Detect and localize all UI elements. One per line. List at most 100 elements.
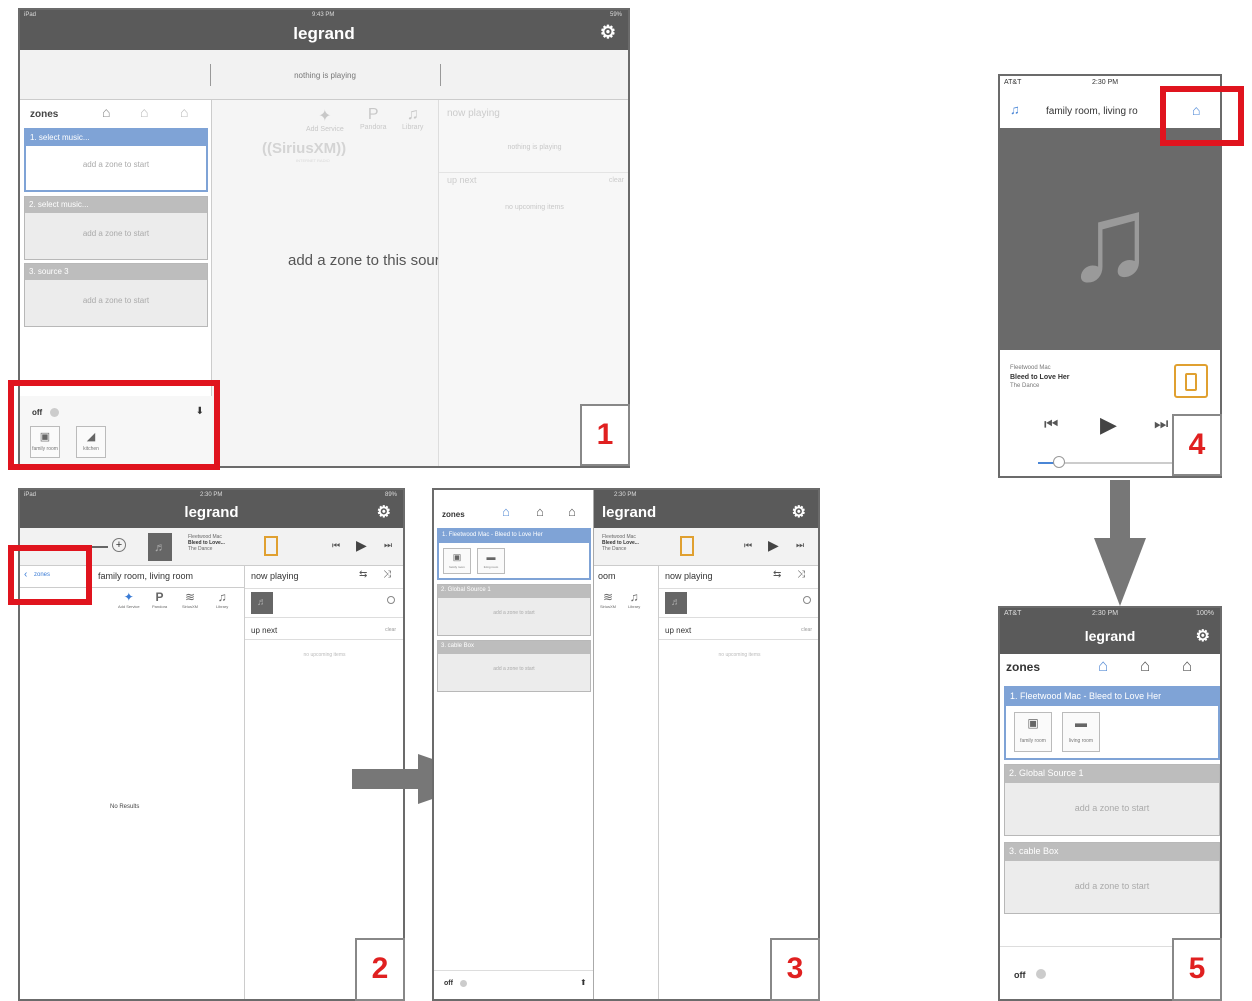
zone-card-3[interactable]: 3. cable Box add a zone to start [437,640,591,692]
play-icon[interactable]: ▶ [1100,412,1117,438]
home-settings-icon[interactable]: ⌂ [1182,656,1192,676]
shuffle-icon[interactable]: ⤨ [383,569,391,580]
device-icon[interactable] [680,536,694,556]
room-title: family room, living ro [1046,106,1138,117]
zone-card-2[interactable]: 2. select music... add a zone to start [24,196,208,260]
tv-icon: ▣ [1027,716,1039,730]
source-siriusxm[interactable]: ≋ SiriusXM [600,590,616,609]
dropdown-icon[interactable] [387,596,395,604]
clear-button[interactable]: clear [609,177,624,184]
clear-button[interactable]: clear [385,627,396,633]
up-arrow-icon[interactable]: ⬆ [580,978,587,987]
previous-icon[interactable]: ⏮ [1044,416,1058,434]
zone-hint: add a zone to start [493,610,535,616]
source-siriusxm[interactable]: ≋ SiriusXM [182,590,198,609]
source-library[interactable]: ♫ Library [628,590,640,609]
zone-card-2[interactable]: 2. Global Source 1 add a zone to start [1004,764,1220,836]
step-badge-3: 3 [770,938,820,1001]
play-icon[interactable]: ▶ [356,537,367,554]
screen-3-zones-overlay: 2:30 PM legrand ⚙ Fleetwood Mac Bleed to… [432,488,820,1001]
next-icon[interactable]: ⏭ [796,540,804,551]
repeat-icon[interactable]: ⇆ [773,569,781,580]
no-upcoming-label: no upcoming items [303,652,346,658]
home-settings-icon[interactable]: ⌂ [180,104,188,120]
home-mute-icon[interactable]: ⌂ [140,104,148,120]
zone-card-2[interactable]: 2. Global Source 1 add a zone to start [437,584,591,636]
status-time: 9:43 PM [312,12,335,18]
source-add-service[interactable]: ✦ Add Service [118,590,140,609]
zone-card-1[interactable]: 1. select music... add a zone to start [24,128,208,192]
room-title-partial: oom [598,571,616,581]
source-pandora[interactable]: P Pandora [152,590,167,609]
play-icon[interactable]: ▶ [768,537,779,554]
queue-art-icon: ♬ [665,592,687,614]
status-carrier: AT&T [1004,79,1022,86]
home-power-icon[interactable]: ⌂ [502,504,510,519]
zone-hint: add a zone to start [1074,803,1150,813]
source-add-service[interactable]: ✦ Add Service [306,106,344,133]
room-living-room[interactable]: ▬ living room [1062,712,1100,752]
status-time: 2:30 PM [1092,610,1119,617]
nothing-playing-label: nothing is playing [294,71,356,80]
player-bar: Fleetwood Mac Bleed to Love... The Dance… [594,528,818,566]
room-family-room[interactable]: ▣ family room [443,548,471,574]
step-badge-1: 1 [580,404,630,466]
next-icon[interactable]: ⏭ [1154,416,1168,434]
gear-icon[interactable]: ⚙ [1196,626,1210,646]
zone-hint: add a zone to start [82,229,150,238]
repeat-icon[interactable]: ⇆ [359,569,367,580]
home-settings-icon[interactable]: ⌂ [568,504,576,519]
zone-card-3[interactable]: 3. source 3 add a zone to start [24,263,208,327]
room-living-room[interactable]: ▬ living room [477,548,505,574]
info-icon[interactable] [1036,969,1046,979]
highlight-off-zones [8,380,220,470]
gear-icon[interactable]: ⚙ [377,502,391,522]
source-library[interactable]: ♫ Library [402,106,423,131]
shuffle-icon[interactable]: ⤨ [797,569,805,580]
clear-button[interactable]: clear [801,627,812,633]
status-carrier: iPad [24,12,37,18]
zone-card-1[interactable]: 1. Fleetwood Mac - Bleed to Love Her ▣ fa… [437,528,591,580]
previous-icon[interactable]: ⏮ [332,540,340,551]
queue-art-icon: ♬ [251,592,273,614]
gear-icon[interactable]: ⚙ [600,22,616,43]
device-icon[interactable] [1174,364,1208,398]
status-battery: 100% [1196,610,1214,617]
step-badge-2: 2 [355,938,405,1001]
dropdown-icon[interactable] [803,596,811,604]
zone-card-3[interactable]: 3. cable Box add a zone to start [1004,842,1220,914]
source-library[interactable]: ♫ Library [216,590,228,609]
room-label: family room [449,565,465,569]
track-album: The Dance [602,546,627,552]
album-art-large: ♫ [1000,128,1220,350]
source-pandora[interactable]: P Pandora [360,106,386,131]
legrand-logo: legrand [293,24,355,43]
source-area: ✦ Add Service P Pandora ♫ Library ((SiriusX… [212,100,506,466]
room-family-room[interactable]: ▣ family room [1014,712,1052,752]
track-album: The Dance [1010,383,1040,389]
sofa-icon: ▬ [486,552,496,562]
home-mute-icon[interactable]: ⌂ [1140,656,1150,676]
info-icon[interactable] [460,980,467,987]
progress-thumb[interactable] [1053,456,1065,468]
home-mute-icon[interactable]: ⌂ [536,504,544,519]
volume-up-icon[interactable]: + [112,538,126,552]
zone-header: 3. cable Box [438,641,590,654]
zone-card-1[interactable]: 1. Fleetwood Mac - Bleed to Love Her ▣ fa… [1004,686,1220,760]
up-next-title: up next [447,175,477,185]
music-note-icon[interactable]: ♫ [1010,102,1020,117]
status-time: 2:30 PM [1092,79,1119,86]
next-icon[interactable]: ⏭ [384,540,392,551]
zones-title: zones [30,109,59,120]
gear-icon[interactable]: ⚙ [792,502,806,522]
tv-icon: ▣ [452,552,462,562]
app-header: iPad 9:43 PM 59% legrand ⚙ [20,10,628,50]
legrand-logo: legrand [1084,628,1136,644]
previous-icon[interactable]: ⏮ [744,540,752,551]
home-power-icon[interactable]: ⌂ [102,104,110,120]
siriusxm-logo[interactable]: ((SiriusXM)) [262,140,346,157]
zone-hint: add a zone to start [1074,881,1150,891]
zone-header: 1. select music... [26,130,206,146]
device-icon[interactable] [264,536,278,556]
home-power-icon[interactable]: ⌂ [1098,656,1108,676]
